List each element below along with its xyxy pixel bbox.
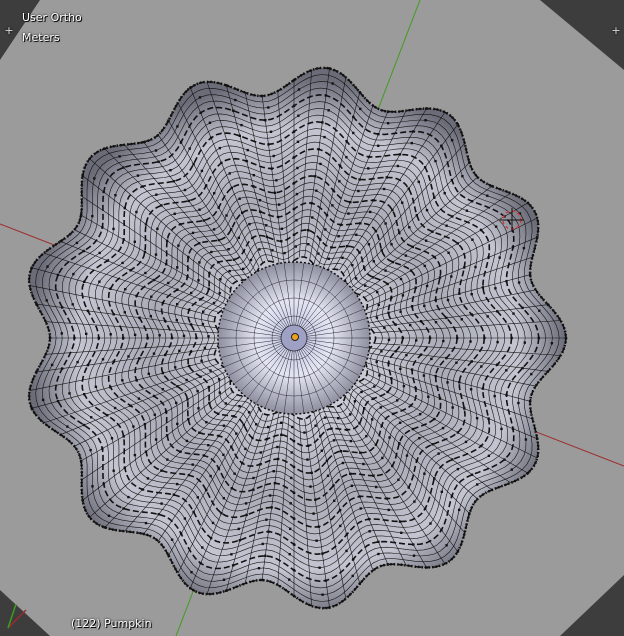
3d-viewport[interactable]: User Ortho Meters (122) Pumpkin + + xyxy=(0,0,624,636)
viewport-scene[interactable] xyxy=(0,0,624,636)
active-object-info: (122) Pumpkin xyxy=(71,617,152,630)
view-name-label: User Ortho xyxy=(22,11,82,24)
units-label: Meters xyxy=(22,31,60,44)
area-split-handle-top-left[interactable]: + xyxy=(4,25,14,36)
object-origin-dot xyxy=(291,333,299,341)
area-split-handle-top-right[interactable]: + xyxy=(611,25,621,36)
